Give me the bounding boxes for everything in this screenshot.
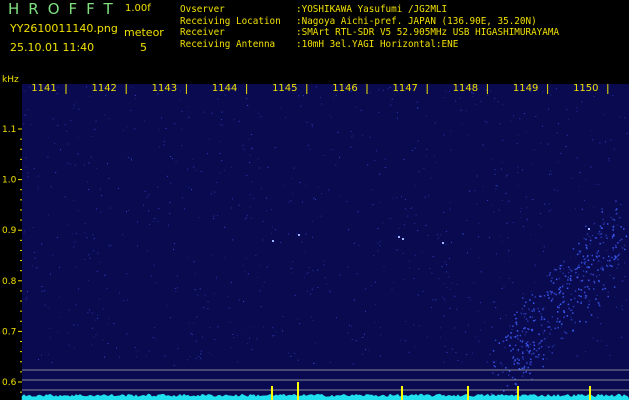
time-label: 1145	[272, 83, 297, 94]
time-label: 1146	[332, 83, 357, 94]
y-tick-label: 1.0	[2, 176, 17, 186]
time-label: 1148	[453, 83, 478, 94]
time-label: 1147	[392, 83, 417, 94]
y-tick-label: 0.6	[2, 378, 17, 388]
time-label: 1144	[212, 83, 237, 94]
y-tick-label: 0.7	[2, 327, 16, 337]
time-label: 1142	[91, 83, 116, 94]
y-tick-label: 1.1	[2, 125, 16, 135]
time-label: 1143	[152, 83, 177, 94]
frequency-axis: kHz 1.1 1.0 0.9 0.8 0.7 0.6	[2, 75, 22, 393]
y-tick-label: 0.8	[2, 277, 17, 287]
time-label: 1150	[573, 83, 598, 94]
y-tick-label: 0.9	[2, 226, 17, 236]
spectrogram-plot: kHz 1.1 1.0 0.9 0.8 0.7 0.6 1141 1142 1143 1144 11…	[2, 75, 629, 400]
time-label: 1149	[513, 83, 538, 94]
y-axis-unit: kHz	[2, 75, 19, 85]
spectrogram-background	[22, 84, 629, 400]
time-label: 1141	[31, 83, 56, 94]
